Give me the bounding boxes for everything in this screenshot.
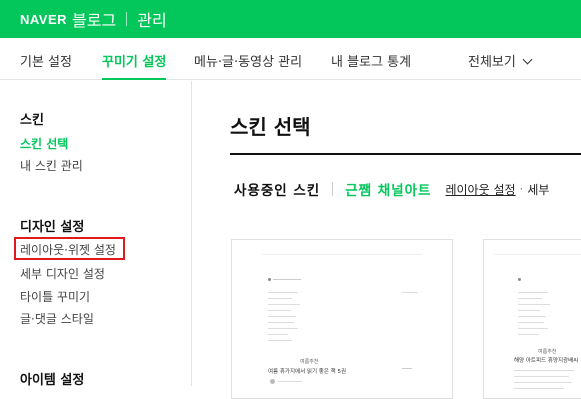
thumb-text-line — [268, 310, 290, 311]
thumb-avatar — [270, 379, 275, 384]
thumb-text-line — [518, 304, 550, 305]
thumb-dot — [518, 278, 521, 281]
thumb-text-line — [268, 298, 292, 299]
using-skin-label: 사용중인 스킨 — [234, 183, 321, 199]
layout-settings-link[interactable]: 레이아웃 설정 — [445, 181, 515, 198]
thumb-text-line — [278, 381, 302, 382]
thumb2-title: 해양 아트피드 휴양지광배씨 — [514, 358, 579, 364]
thumb-rule — [262, 254, 422, 255]
thumb-rule — [494, 254, 581, 255]
skin-thumbnail-2[interactable]: 여름추천 해양 아트피드 휴양지광배씨 — [483, 239, 581, 399]
tab-menu-post-video[interactable]: 메뉴·글·동영상 관리 — [194, 51, 302, 70]
thumb-text-line — [268, 322, 294, 323]
thumb-text-line — [268, 316, 296, 317]
thumb-text-line — [518, 322, 544, 323]
thumb-text-line — [514, 388, 564, 389]
thumb-text-line — [518, 310, 540, 311]
blog-brand-link[interactable]: 블로그 — [72, 7, 116, 31]
current-skin-bar: 사용중인 스킨 근쨈 채널아트 레이아웃 설정 · 세부 — [234, 179, 549, 199]
detail-settings-link[interactable]: 세부 — [527, 181, 549, 198]
tab-decorate-settings[interactable]: 꾸미기 설정 — [102, 51, 166, 70]
sub-divider — [332, 182, 334, 196]
thumb-text-line — [268, 328, 298, 329]
sidebar-item-my-skin[interactable]: 내 스킨 관리 — [20, 157, 83, 174]
naver-logo[interactable]: NAVER — [20, 12, 67, 27]
sidebar-item-detail-design[interactable]: 세부 디자인 설정 — [20, 265, 105, 282]
page-title: 스킨 선택 — [230, 115, 311, 139]
thumb-text-line — [518, 334, 538, 335]
sidebar-heading-item: 아이템 설정 — [20, 373, 85, 388]
thumb-text-line — [268, 340, 292, 341]
manage-title[interactable]: 관리 — [137, 7, 166, 31]
sidebar-item-skin-select[interactable]: 스킨 선택 — [20, 135, 68, 152]
thumb-text-line — [514, 376, 569, 377]
thumb-text-line — [268, 292, 298, 293]
thumb-text-line — [514, 370, 574, 371]
view-all-dropdown[interactable]: 전체보기 — [468, 51, 533, 70]
thumb-text-line — [518, 316, 546, 317]
thumb-text-line — [268, 334, 288, 335]
settings-nav: 기본 설정 꾸미기 설정 메뉴·글·동영상 관리 내 블로그 통계 전체보기 — [0, 38, 581, 80]
title-divider — [230, 153, 581, 155]
thumb1-tag: 여름추천 — [300, 359, 319, 365]
current-skin-name: 근쨈 채널아트 — [345, 183, 432, 199]
link-separator: · — [519, 182, 524, 196]
thumb-text-line — [402, 368, 412, 369]
thumb-text-line — [518, 328, 548, 329]
view-all-label: 전체보기 — [468, 55, 516, 70]
thumb-text-line — [518, 292, 548, 293]
active-tab-indicator — [102, 78, 166, 80]
header-divider — [126, 12, 128, 26]
top-header: NAVER 블로그 관리 — [0, 0, 581, 38]
highlight-box — [14, 237, 125, 260]
sidebar-heading-design: 디자인 설정 — [20, 220, 85, 235]
thumb1-title: 여름 휴가지에서 읽기 좋은 책 5권 — [268, 369, 347, 375]
chevron-down-icon — [522, 54, 533, 65]
sidebar: 스킨 스킨 선택 내 스킨 관리 디자인 설정 레이아웃·위젯 설정 세부 디자… — [0, 81, 192, 388]
skin-thumbnail-1[interactable]: 여름추천 여름 휴가지에서 읽기 좋은 책 5권 — [231, 239, 453, 399]
main-content: 스킨 선택 사용중인 스킨 근쨈 채널아트 레이아웃 설정 · 세부 여름추천 … — [192, 81, 581, 399]
thumb-text-line — [402, 292, 418, 293]
sidebar-item-title-decor[interactable]: 타이틀 꾸미기 — [20, 288, 90, 305]
thumb-text-line — [514, 382, 572, 383]
tab-blog-stats[interactable]: 내 블로그 통계 — [331, 51, 411, 70]
thumb-text-line — [518, 298, 542, 299]
thumb-text-line — [268, 304, 300, 305]
sidebar-heading-skin: 스킨 — [20, 113, 44, 128]
sidebar-item-comment-style[interactable]: 글·댓글 스타일 — [20, 310, 94, 327]
tab-basic-settings[interactable]: 기본 설정 — [20, 51, 72, 70]
thumb2-tag: 여름추천 — [538, 349, 557, 355]
thumb-text-line — [273, 279, 301, 280]
thumb-dot — [268, 278, 271, 281]
